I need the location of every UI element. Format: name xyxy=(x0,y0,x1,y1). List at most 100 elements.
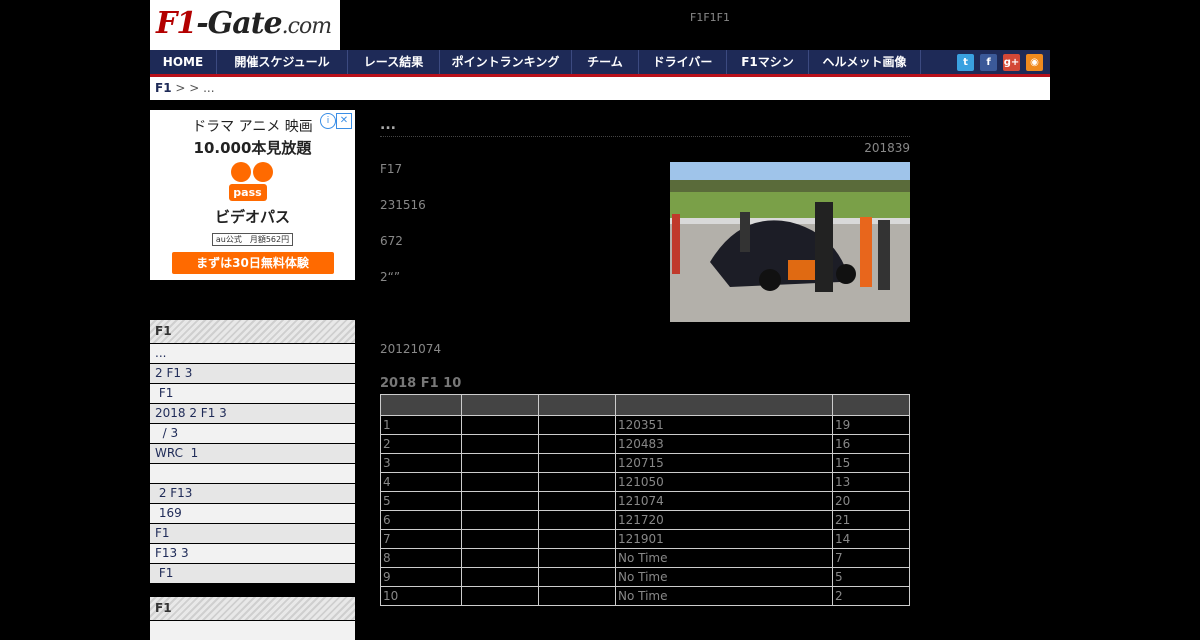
sidebar-link[interactable]: 169 xyxy=(150,504,355,523)
table-row: 6 121720 21 xyxy=(380,510,910,530)
table-cell: 21 xyxy=(832,510,910,530)
article-title: ... xyxy=(380,112,910,137)
table-cell xyxy=(538,415,616,435)
sidebar-link[interactable]: ... xyxy=(150,344,355,363)
table-cell: 20 xyxy=(832,491,910,511)
sidebar-link[interactable]: 2018 2 F1 3 xyxy=(150,404,355,423)
table-header-cell xyxy=(615,394,833,416)
table-cell: 2 xyxy=(380,434,462,454)
sidebar-link[interactable] xyxy=(150,621,355,640)
table-cell: 121074 xyxy=(615,491,833,511)
main-nav: HOME 開催スケジュール レース結果 ポイントランキング チーム ドライバー … xyxy=(150,50,1050,77)
breadcrumb: F1 > > ... xyxy=(150,77,1050,100)
table-cell xyxy=(461,434,539,454)
table-cell: 16 xyxy=(832,434,910,454)
table-cell: 121901 xyxy=(615,529,833,549)
sidebar-link[interactable]: 2 F1 3 xyxy=(150,364,355,383)
table-cell: 15 xyxy=(832,453,910,473)
article-paragraph: 20121074 xyxy=(380,342,442,356)
logo-gate: -Gate xyxy=(196,6,282,41)
nav-machines[interactable]: F1マシン xyxy=(727,50,809,74)
table-cell xyxy=(461,529,539,549)
table-cell xyxy=(538,434,616,454)
nav-drivers[interactable]: ドライバー xyxy=(639,50,727,74)
sidebar-link[interactable]: F13 3 xyxy=(150,544,355,563)
ad-badge: au公式 月額562円 xyxy=(211,233,294,246)
table-cell xyxy=(461,491,539,511)
table-cell: 1 xyxy=(380,415,462,435)
header-note: F1F1F1 xyxy=(690,11,730,24)
table-row: 7 121901 14 xyxy=(380,529,910,549)
ad-cta-button[interactable]: まずは30日無料体験 xyxy=(171,252,334,274)
sidebar-link[interactable] xyxy=(150,464,355,483)
sidebar-box-2: F1 xyxy=(150,597,355,640)
breadcrumb-root[interactable]: F1 xyxy=(155,81,172,95)
table-row: 9 No Time 5 xyxy=(380,567,910,587)
table-cell: 120483 xyxy=(615,434,833,454)
article-paragraph: 672 xyxy=(380,234,403,248)
table-header-cell xyxy=(380,394,462,416)
table-cell xyxy=(461,472,539,492)
table-cell xyxy=(461,415,539,435)
sidebar-link[interactable]: 2 F13 xyxy=(150,484,355,503)
sidebar-link[interactable]: F1 xyxy=(150,384,355,403)
sidebar-box-1: F1 ... 2 F1 3 F1 2018 2 F1 3 / 3 WRC 1 2… xyxy=(150,320,355,583)
table-cell: 4 xyxy=(380,472,462,492)
table-cell: 8 xyxy=(380,548,462,568)
nav-results[interactable]: レース結果 xyxy=(348,50,440,74)
nav-helmets[interactable]: ヘルメット画像 xyxy=(809,50,921,74)
table-cell: 14 xyxy=(832,529,910,549)
ad-close-icon[interactable]: ✕ xyxy=(336,113,352,129)
table-cell xyxy=(538,567,616,587)
table-cell: 13 xyxy=(832,472,910,492)
ad-product-name: ビデオパス xyxy=(214,208,290,226)
table-row: 3 120715 15 xyxy=(380,453,910,473)
table-cell: 5 xyxy=(380,491,462,511)
breadcrumb-rest: > > ... xyxy=(171,81,215,95)
ad-info-icon[interactable]: i xyxy=(320,113,336,129)
ad-brand: pass xyxy=(228,184,267,201)
table-header-cell xyxy=(461,394,539,416)
sidebar-link[interactable]: F1 xyxy=(150,564,355,583)
table-cell: 10 xyxy=(380,586,462,606)
table-cell xyxy=(538,491,616,511)
table-cell: 19 xyxy=(832,415,910,435)
table-row: 4 121050 13 xyxy=(380,472,910,492)
sidebar-box-title: F1 xyxy=(150,320,355,343)
sidebar-link[interactable]: F1 xyxy=(150,524,355,543)
table-header-cell xyxy=(832,394,910,416)
results-table: 1 120351 19 2 120483 16 3 120715 15 4 121050 13 5 121… xyxy=(380,394,910,606)
article-paragraph: 231516 xyxy=(380,198,426,212)
sidebar-ad[interactable]: i ✕ ドラマ アニメ 映画 10.000本見放題 pass ビデオパス au公… xyxy=(150,110,355,280)
table-cell: 120715 xyxy=(615,453,833,473)
nav-ranking[interactable]: ポイントランキング xyxy=(440,50,572,74)
table-cell xyxy=(538,586,616,606)
table-row: 8 No Time 7 xyxy=(380,548,910,568)
table-row: 1 120351 19 xyxy=(380,415,910,435)
nav-schedule[interactable]: 開催スケジュール xyxy=(217,50,348,74)
rss-icon[interactable]: ◉ xyxy=(1026,53,1043,71)
article-photo xyxy=(670,162,910,322)
table-cell xyxy=(538,453,616,473)
table-cell xyxy=(461,586,539,606)
table-row: 10 No Time 2 xyxy=(380,586,910,606)
table-cell: 3 xyxy=(380,453,462,473)
twitter-icon[interactable]: t xyxy=(957,53,974,71)
nav-teams[interactable]: チーム xyxy=(572,50,639,74)
ad-camera-icon: pass xyxy=(227,162,279,206)
ad-subheadline: 10.000本見放題 xyxy=(193,139,312,157)
sidebar-link[interactable]: / 3 xyxy=(150,424,355,443)
article: ... 201839 F17 231516 672 2“” 20121074 2… xyxy=(380,112,910,606)
table-cell: 9 xyxy=(380,567,462,587)
sidebar-link[interactable]: WRC 1 xyxy=(150,444,355,463)
article-paragraph: F17 xyxy=(380,162,403,176)
table-header-cell xyxy=(538,394,616,416)
table-cell xyxy=(538,529,616,549)
facebook-icon[interactable]: f xyxy=(980,53,997,71)
table-row: 5 121074 20 xyxy=(380,491,910,511)
googleplus-icon[interactable]: g+ xyxy=(1003,53,1020,71)
site-logo[interactable]: F1-Gate.com xyxy=(150,0,340,50)
nav-home[interactable]: HOME xyxy=(150,50,217,74)
table-cell: No Time xyxy=(615,548,833,568)
table-cell: 121050 xyxy=(615,472,833,492)
